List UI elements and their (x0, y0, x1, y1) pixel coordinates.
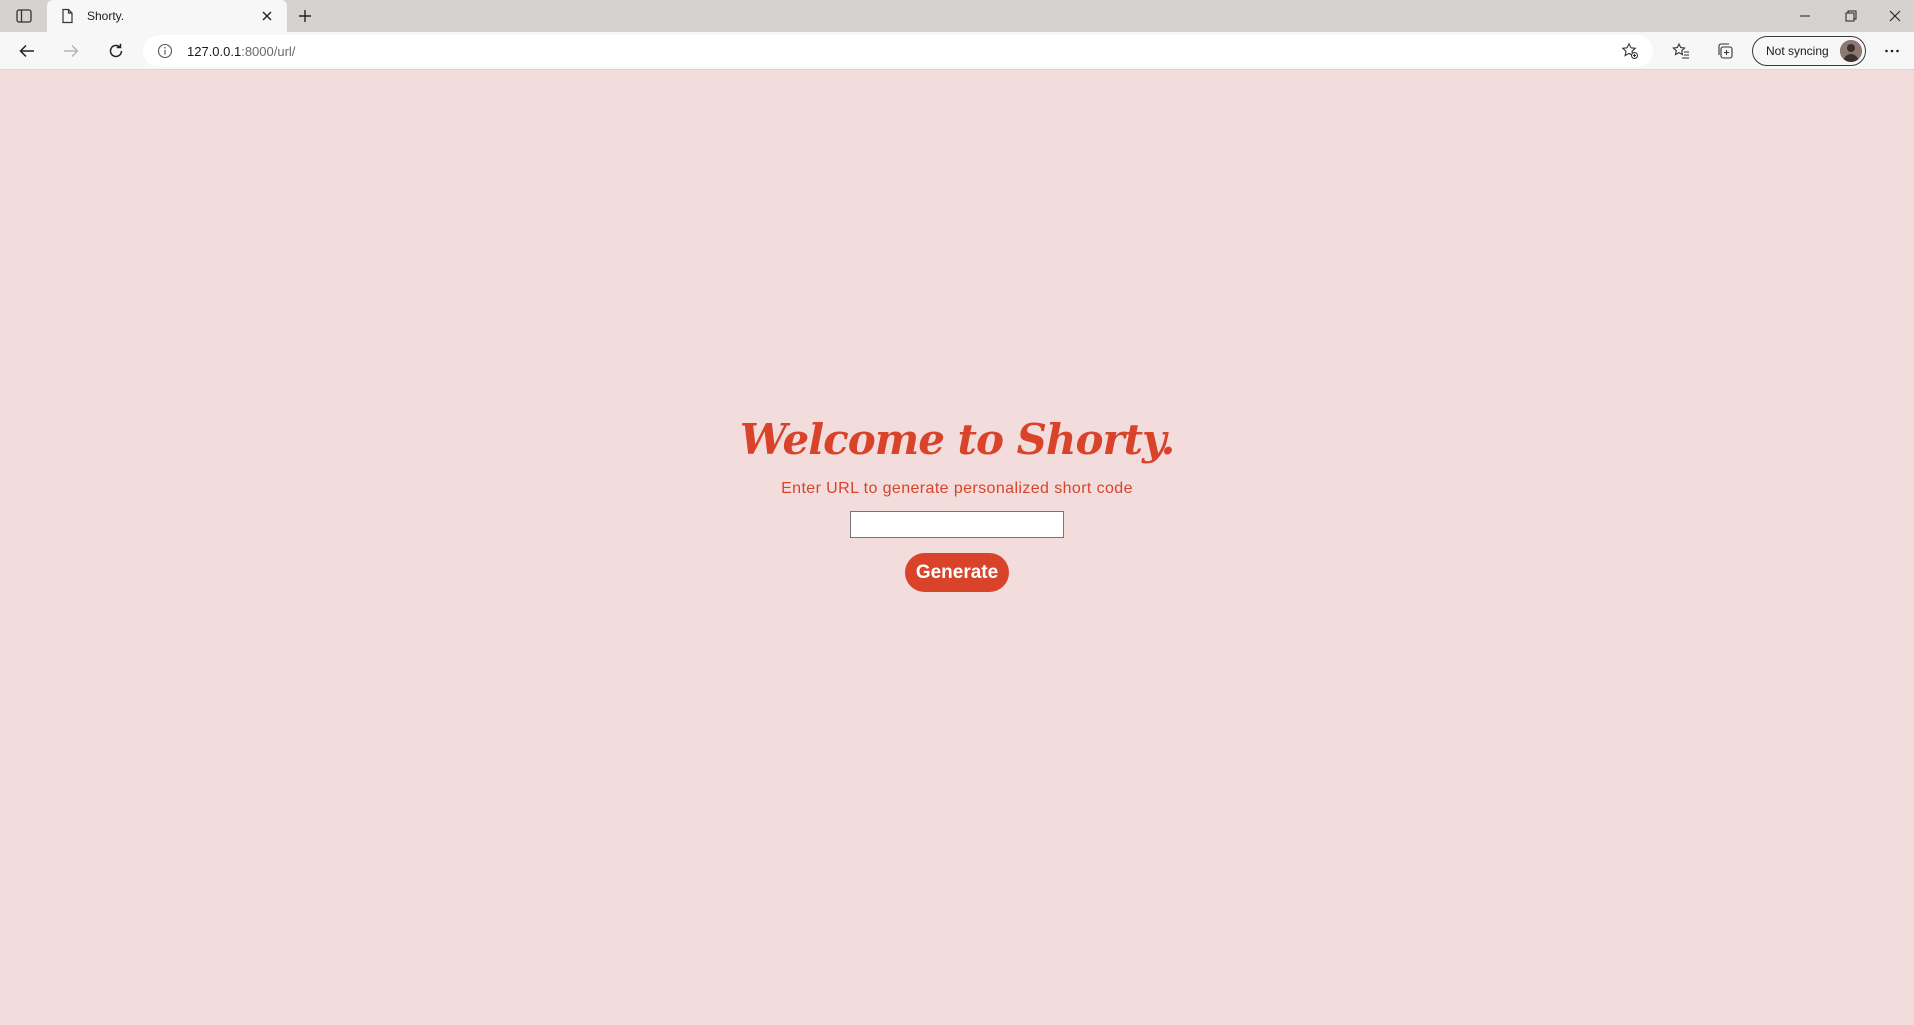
close-icon[interactable] (259, 8, 275, 24)
tab-actions-icon[interactable] (10, 6, 38, 26)
avatar (1840, 40, 1862, 62)
generate-button[interactable]: Generate (905, 553, 1009, 592)
url-host: 127.0.0.1 (187, 43, 242, 59)
collections-icon[interactable] (1710, 36, 1740, 66)
profile-button[interactable]: Not syncing (1752, 36, 1866, 66)
page-subtitle: Enter URL to generate personalized short… (781, 480, 1133, 497)
window-close-icon[interactable] (1872, 0, 1914, 32)
star-add-icon[interactable] (1621, 42, 1639, 60)
url-text[interactable]: 127.0.0.1:8000/url/ (187, 44, 295, 59)
restore-icon[interactable] (1828, 0, 1874, 32)
favorites-icon[interactable] (1666, 36, 1696, 66)
profile-label: Not syncing (1766, 44, 1829, 58)
refresh-icon[interactable] (101, 36, 131, 66)
forward-arrow-icon[interactable] (56, 36, 86, 66)
page-content: Welcome to Shorty. Enter URL to generate… (0, 71, 1914, 1025)
url-input[interactable] (850, 511, 1064, 538)
more-icon[interactable] (1877, 36, 1907, 66)
address-bar[interactable]: 127.0.0.1:8000/url/ (143, 35, 1653, 67)
back-arrow-icon[interactable] (12, 36, 42, 66)
browser-tab[interactable]: Shorty. (47, 0, 287, 32)
page-icon (59, 8, 75, 24)
tab-title: Shorty. (87, 9, 125, 23)
tab-strip: Shorty. (0, 0, 1914, 32)
minimize-icon[interactable] (1782, 0, 1828, 32)
plus-icon[interactable] (294, 5, 316, 27)
page-title: Welcome to Shorty. (739, 415, 1175, 464)
hero-section: Welcome to Shorty. Enter URL to generate… (0, 411, 1914, 592)
browser-toolbar: 127.0.0.1:8000/url/ Not syncing (0, 32, 1914, 70)
info-icon[interactable] (157, 43, 173, 59)
url-path: :8000/url/ (241, 43, 296, 59)
